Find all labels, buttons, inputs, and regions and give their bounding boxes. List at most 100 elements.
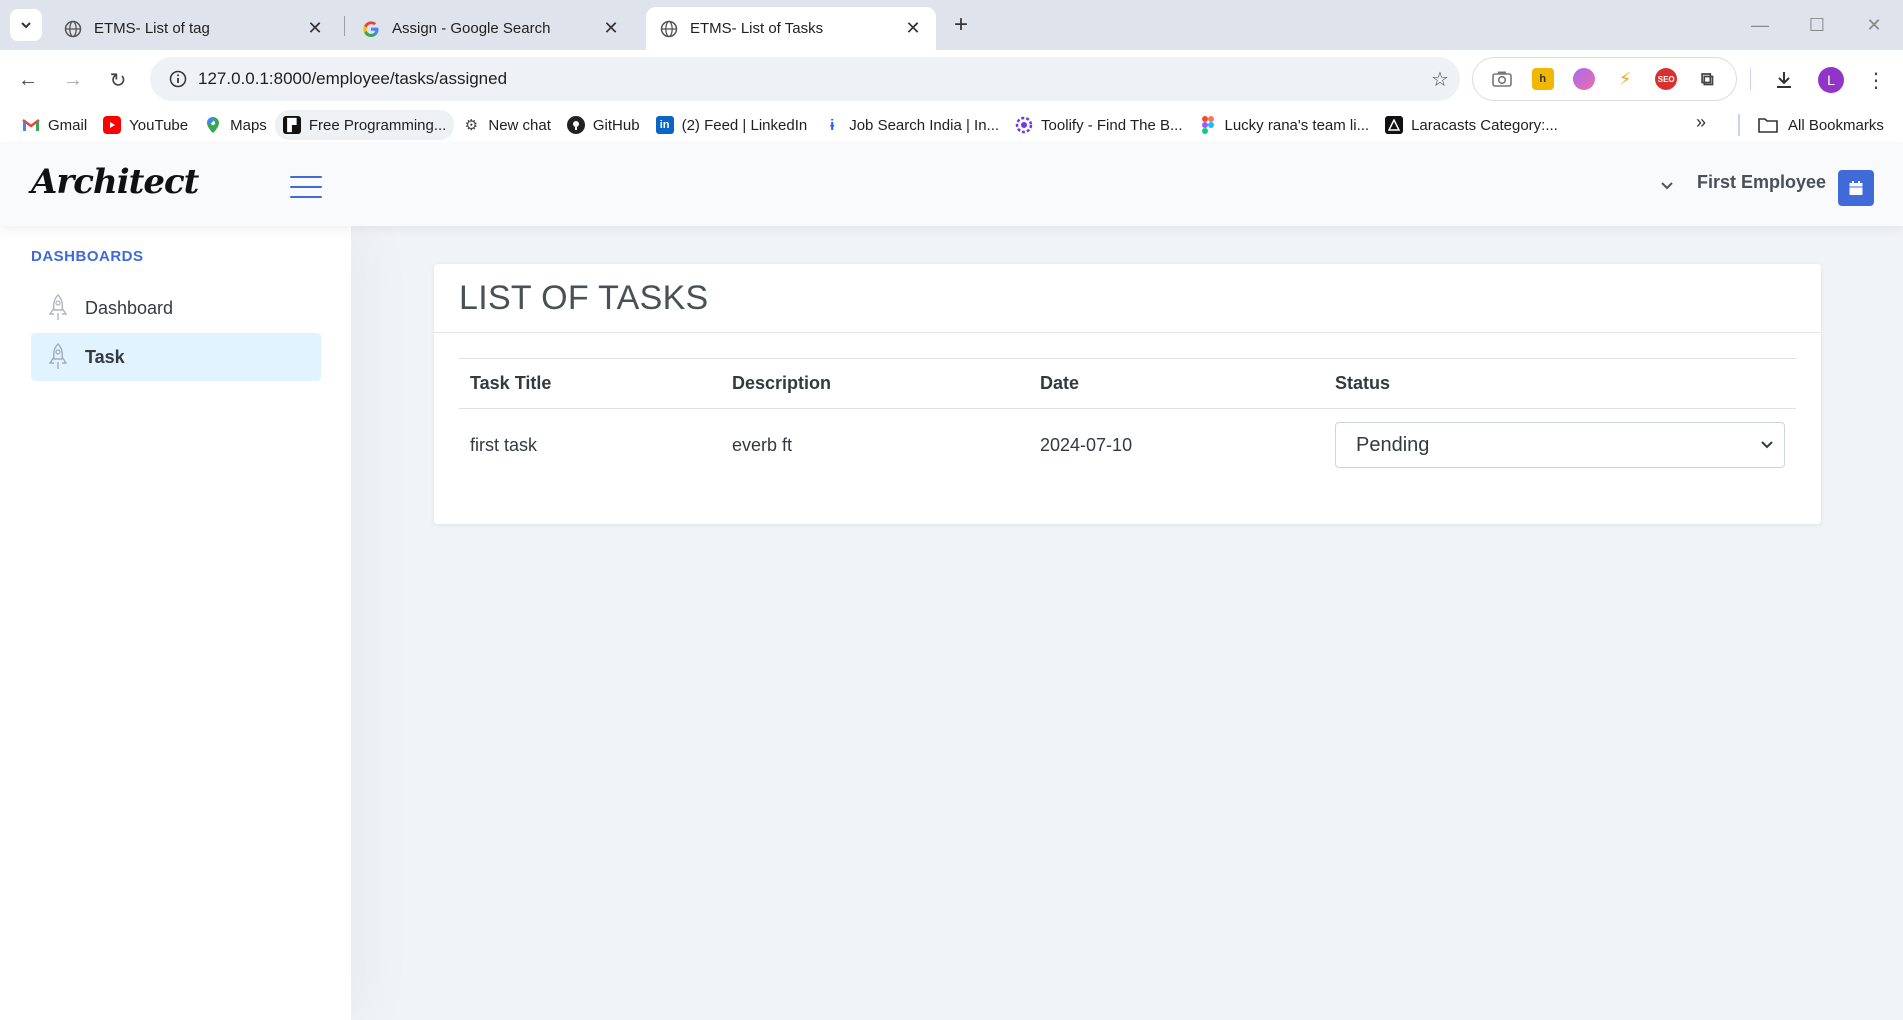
puzzle-icon[interactable]: ⧉ xyxy=(1696,68,1718,90)
column-header: Status xyxy=(1335,373,1391,393)
maximize-button[interactable]: ☐ xyxy=(1797,8,1837,42)
arrow-left-icon: ← xyxy=(18,68,38,91)
hamburger-icon xyxy=(290,176,322,178)
url-text: 127.0.0.1:8000/employee/tasks/assigned xyxy=(198,69,508,88)
tab-search-button[interactable] xyxy=(10,9,42,41)
page-title: LIST OF TASKS xyxy=(459,278,709,317)
sidebar-item-label: Task xyxy=(85,346,125,367)
column-header: Description xyxy=(732,373,832,393)
tab-title: ETMS- List of Tasks xyxy=(690,20,824,37)
downloads-button[interactable] xyxy=(1766,62,1802,98)
chevron-down-icon[interactable] xyxy=(1660,178,1674,194)
task-description-cell: everb ft xyxy=(732,434,793,455)
sidebar-item-label: Dashboard xyxy=(85,297,174,318)
status-select[interactable]: Pending xyxy=(1335,422,1785,468)
forward-button[interactable]: → xyxy=(55,62,91,98)
sidebar-heading: DASHBOARDS xyxy=(31,248,144,265)
close-icon[interactable]: ✕ xyxy=(602,18,620,38)
arrow-right-icon: → xyxy=(63,68,83,91)
bookmark-free-programming[interactable]: ▛ Free Programming... xyxy=(274,110,455,140)
tasks-card: LIST OF TASKS Task Title Description Dat… xyxy=(434,264,1821,524)
bookmark-youtube[interactable]: YouTube xyxy=(95,110,196,140)
folder-icon xyxy=(1758,118,1778,133)
window-close-button[interactable]: ✕ xyxy=(1854,8,1894,42)
browser-tab[interactable]: Assign - Google Search ✕ xyxy=(348,7,634,50)
browser-tab[interactable]: ETMS- List of tag ✕ xyxy=(50,7,338,50)
figma-icon xyxy=(1199,116,1217,134)
rocket-icon xyxy=(45,294,71,322)
bookmark-star-icon[interactable]: ☆ xyxy=(1420,67,1460,92)
bookmark-new-chat[interactable]: ⚙ New chat xyxy=(454,110,559,140)
all-bookmarks-button[interactable]: All Bookmarks xyxy=(1758,108,1884,142)
address-bar[interactable]: 127.0.0.1:8000/employee/tasks/assigned ☆ xyxy=(150,57,1460,101)
bookmarks-divider xyxy=(1738,114,1740,136)
bookmark-toolify[interactable]: Toolify - Find The B... xyxy=(1007,110,1190,140)
tab-divider xyxy=(344,16,345,36)
task-status-cell: Pending xyxy=(1324,422,1796,468)
minimize-button[interactable]: — xyxy=(1740,8,1780,42)
reload-icon: ↻ xyxy=(109,69,127,92)
task-title-cell: first task xyxy=(470,434,538,455)
chevron-down-icon xyxy=(21,22,31,29)
globe-icon xyxy=(64,20,82,38)
calendar-button[interactable] xyxy=(1838,170,1874,206)
maximize-icon: ☐ xyxy=(1808,14,1826,35)
table-header-row: Task Title Description Date Status xyxy=(459,359,1796,409)
extensions-group: h ⚡ SEO ⧉ xyxy=(1472,57,1737,101)
laracasts-icon xyxy=(1385,116,1404,134)
site-info-icon[interactable] xyxy=(158,70,198,88)
user-name[interactable]: First Employee xyxy=(1697,172,1826,193)
extension-icon[interactable]: h xyxy=(1531,68,1554,90)
bookmark-figma[interactable]: Lucky rana's team li... xyxy=(1191,110,1378,140)
sidebar-item-dashboard[interactable]: Dashboard xyxy=(31,284,321,332)
menu-toggle-button[interactable] xyxy=(290,176,322,198)
toolify-icon xyxy=(1015,116,1033,134)
reload-button[interactable]: ↻ xyxy=(100,62,136,98)
lightning-icon[interactable]: ⚡ xyxy=(1614,68,1636,90)
bookmark-github[interactable]: GitHub xyxy=(559,110,648,140)
tab-title: ETMS- List of tag xyxy=(94,20,210,37)
chatgpt-icon: ⚙ xyxy=(464,117,479,134)
bookmark-maps[interactable]: Maps xyxy=(196,110,275,140)
sidebar: DASHBOARDS Dashboard Task xyxy=(0,226,351,1020)
bookmark-gmail[interactable]: Gmail xyxy=(14,110,95,140)
youtube-icon xyxy=(103,116,122,134)
toolbar-divider xyxy=(1750,68,1751,90)
download-icon xyxy=(1777,72,1791,88)
back-button[interactable]: ← xyxy=(10,62,46,98)
google-icon xyxy=(362,20,380,38)
browser-menu-button[interactable]: ⋮ xyxy=(1858,62,1894,98)
sidebar-item-task[interactable]: Task xyxy=(31,333,321,381)
bookmark-linkedin[interactable]: in (2) Feed | LinkedIn xyxy=(648,110,816,140)
more-vertical-icon: ⋮ xyxy=(1866,69,1886,92)
browser-tab-strip: ETMS- List of tag ✕ Assign - Google Sear… xyxy=(0,0,1903,50)
more-bookmarks-icon[interactable]: » xyxy=(1696,112,1706,133)
close-icon[interactable]: ✕ xyxy=(306,18,324,38)
column-header: Date xyxy=(1040,373,1080,393)
minimize-icon: — xyxy=(1751,14,1769,35)
github-icon xyxy=(566,116,585,134)
bookmark-laracasts[interactable]: Laracasts Category:... xyxy=(1377,110,1566,140)
task-date-cell: 2024-07-10 xyxy=(1040,434,1133,455)
close-icon[interactable]: ✕ xyxy=(904,18,922,38)
new-tab-button[interactable]: + xyxy=(946,10,976,40)
card-header: LIST OF TASKS xyxy=(434,264,1821,333)
maps-icon xyxy=(204,116,222,134)
bookmarks-bar: Gmail YouTube Maps ▛ Free Programming...… xyxy=(0,108,1903,142)
extension-icon[interactable] xyxy=(1572,68,1595,90)
camera-icon[interactable] xyxy=(1491,68,1513,90)
plus-icon: + xyxy=(953,11,968,38)
linkedin-icon: in xyxy=(655,116,674,134)
profile-avatar[interactable]: L xyxy=(1818,67,1844,93)
rocket-icon xyxy=(45,343,71,371)
browser-tab-active[interactable]: ETMS- List of Tasks ✕ xyxy=(646,7,936,50)
chevron-down-icon xyxy=(1761,441,1773,449)
column-header: Task Title xyxy=(470,373,552,393)
app-logo[interactable]: Architect xyxy=(31,162,199,202)
tasks-table: Task Title Description Date Status first… xyxy=(459,358,1796,481)
calendar-icon xyxy=(1849,181,1863,195)
bookmark-job-search[interactable]: ɨ Job Search India | In... xyxy=(815,110,1007,140)
bookmark-site-icon: ▛ xyxy=(282,116,301,134)
seo-extension-icon[interactable]: SEO xyxy=(1655,68,1678,90)
globe-icon xyxy=(660,20,678,38)
